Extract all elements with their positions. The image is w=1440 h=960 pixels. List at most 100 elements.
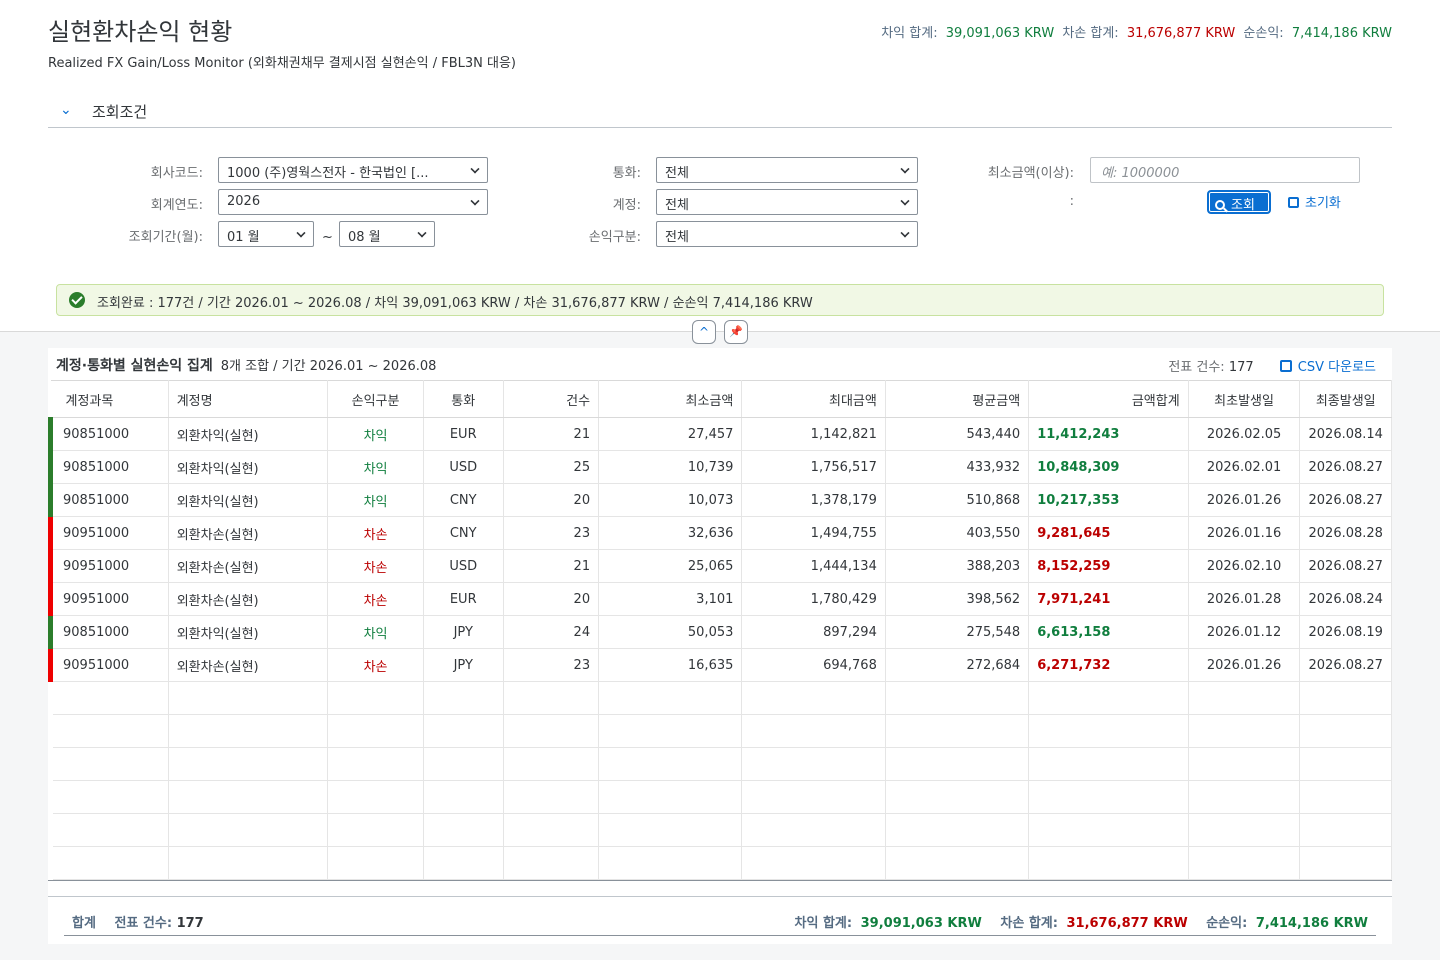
empty-cell — [503, 681, 600, 715]
empty-cell — [1028, 813, 1189, 847]
empty-cell — [885, 846, 1030, 880]
empty-cell — [50, 747, 169, 781]
empty-cell — [598, 714, 743, 748]
cell-min-amount: 50,053 — [598, 615, 743, 649]
cell-min-amount: 32,636 — [598, 516, 743, 550]
cell-account: 90851000 — [48, 417, 169, 451]
empty-cell — [598, 681, 743, 715]
chevron-down-icon[interactable]: ⌄ — [60, 102, 72, 118]
empty-cell — [885, 714, 1030, 748]
empty-cell — [327, 747, 424, 781]
kpi-loss-label: 차손 합계: — [1062, 26, 1119, 41]
cell-first-date: 2026.01.28 — [1188, 582, 1301, 616]
company-select[interactable]: 1000 (주)영웍스전자 - 한국법인 [... — [218, 157, 488, 183]
table-row[interactable]: 90951000 외환차손(실현) 차손 JPY 23 16,635 694,768 272,… — [48, 648, 1392, 682]
doc-count-label: 전표 건수: — [1168, 360, 1225, 375]
table-row[interactable]: 90951000 외환차손(실현) 차손 CNY 23 32,636 1,494,755 40… — [48, 516, 1392, 550]
empty-cell — [1299, 780, 1392, 814]
cell-sum-amount: 10,848,309 — [1028, 450, 1189, 484]
col-header-account[interactable]: 계정과목 — [50, 380, 169, 418]
col-header-type[interactable]: 손익구분 — [327, 380, 424, 418]
cell-min-amount: 25,065 — [598, 549, 743, 583]
empty-cell — [50, 714, 169, 748]
collapse-header-button[interactable]: ^ — [692, 320, 716, 344]
cell-sum-amount: 9,281,645 — [1028, 516, 1189, 550]
cell-currency: EUR — [423, 582, 504, 616]
col-header-last-date[interactable]: 최종발생일 — [1299, 380, 1392, 418]
cell-avg-amount: 398,562 — [885, 582, 1030, 616]
empty-cell — [741, 780, 886, 814]
col-header-avg[interactable]: 평균금액 — [885, 380, 1030, 418]
empty-cell — [503, 747, 600, 781]
table-row[interactable]: 90851000 외환차익(실현) 차익 CNY 20 10,073 1,378,179 51… — [48, 483, 1392, 517]
currency-select[interactable]: 전체 — [656, 157, 918, 183]
csv-download-label: CSV 다운로드 — [1297, 360, 1376, 375]
account-select[interactable]: 전체 — [656, 189, 918, 215]
reset-button-label: 초기화 — [1305, 196, 1341, 211]
table-body: 90851000 외환차익(실현) 차익 EUR 21 27,457 1,142,821 54… — [48, 417, 1392, 880]
empty-cell — [1188, 780, 1301, 814]
col-header-sum[interactable]: 금액합계 — [1028, 380, 1189, 418]
period-from-value: 01 월 — [227, 230, 260, 245]
empty-table-row — [50, 681, 1392, 715]
pl-type-select[interactable]: 전체 — [656, 221, 918, 247]
period-from-select[interactable]: 01 월 — [218, 221, 314, 247]
cell-pl-type: 차익 — [327, 615, 424, 649]
csv-download-button[interactable]: CSV 다운로드 — [1279, 360, 1376, 375]
empty-cell — [741, 681, 886, 715]
pl-type-label: 손익구분: — [588, 230, 641, 245]
col-header-name[interactable]: 계정명 — [168, 380, 329, 418]
table-row[interactable]: 90851000 외환차익(실현) 차익 EUR 21 27,457 1,142,821 54… — [48, 417, 1392, 451]
col-header-min[interactable]: 최소금액 — [598, 380, 743, 418]
cell-account: 90951000 — [48, 516, 169, 550]
empty-cell — [50, 846, 169, 880]
cell-max-amount: 1,494,755 — [741, 516, 886, 550]
search-button-label: 조회 — [1231, 198, 1255, 213]
cell-max-amount: 1,756,517 — [741, 450, 886, 484]
table-row[interactable]: 90951000 외환차손(실현) 차손 EUR 20 3,101 1,780,429 398… — [48, 582, 1392, 616]
table-row[interactable]: 90851000 외환차익(실현) 차익 USD 25 10,739 1,756,517 43… — [48, 450, 1392, 484]
col-header-max[interactable]: 최대금액 — [741, 380, 886, 418]
kpi-summary: 차익 합계: 39,091,063 KRW 차손 합계: 31,676,877 … — [877, 22, 1392, 41]
filter-bar-toggle[interactable]: ⌄ 조회조건 — [48, 96, 1392, 128]
period-to-value: 08 월 — [348, 230, 381, 245]
col-header-count[interactable]: 건수 — [503, 380, 600, 418]
cell-count: 23 — [503, 648, 600, 682]
cell-account-name: 외환차익(실현) — [168, 483, 329, 517]
cell-last-date: 2026.08.14 — [1299, 417, 1392, 451]
cell-currency: JPY — [423, 615, 504, 649]
table-row[interactable]: 90951000 외환차손(실현) 차손 USD 21 25,065 1,444,134 38… — [48, 549, 1392, 583]
empty-cell — [741, 714, 886, 748]
empty-cell — [1299, 813, 1392, 847]
min-amount-input[interactable]: 예: 1000000 — [1090, 157, 1360, 183]
horizontal-scrollbar[interactable] — [48, 880, 1392, 896]
table-toolbar: 계정·통화별 실현손익 집계 8개 조합 / 기간 2026.01 ~ 2026.… — [48, 348, 1392, 380]
cell-avg-amount: 388,203 — [885, 549, 1030, 583]
footer-gain-value: 39,091,063 KRW — [860, 916, 982, 931]
footer-net-label: 순손익: — [1206, 916, 1248, 931]
empty-cell — [598, 747, 743, 781]
col-header-first-date[interactable]: 최초발생일 — [1188, 380, 1301, 418]
cell-max-amount: 694,768 — [741, 648, 886, 682]
cell-sum-amount: 6,271,732 — [1028, 648, 1189, 682]
empty-cell — [503, 813, 600, 847]
period-to-select[interactable]: 08 월 — [339, 221, 435, 247]
table-row[interactable]: 90851000 외환차익(실현) 차익 JPY 24 50,053 897,294 275,… — [48, 615, 1392, 649]
reset-button[interactable]: 초기화 — [1288, 192, 1341, 211]
cell-sum-amount: 10,217,353 — [1028, 483, 1189, 517]
footer-doc-count-value: 177 — [176, 916, 204, 931]
empty-table-row — [50, 780, 1392, 814]
period-separator: ~ — [322, 230, 333, 245]
empty-table-row — [50, 714, 1392, 748]
cell-count: 25 — [503, 450, 600, 484]
pin-header-button[interactable]: 📌 — [724, 320, 748, 344]
search-button[interactable]: 조회 — [1207, 190, 1271, 214]
empty-cell — [1188, 747, 1301, 781]
year-select[interactable]: 2026 — [218, 189, 488, 215]
cell-count: 20 — [503, 483, 600, 517]
cell-account-name: 외환차손(실현) — [168, 516, 329, 550]
col-header-currency[interactable]: 통화 — [423, 380, 504, 418]
kpi-net-label: 순손익: — [1243, 26, 1284, 41]
chevron-down-icon — [470, 164, 480, 174]
summary-table: 계정과목 계정명 손익구분 통화 건수 최소금액 최대금액 평균금액 금액합계 … — [48, 380, 1392, 880]
